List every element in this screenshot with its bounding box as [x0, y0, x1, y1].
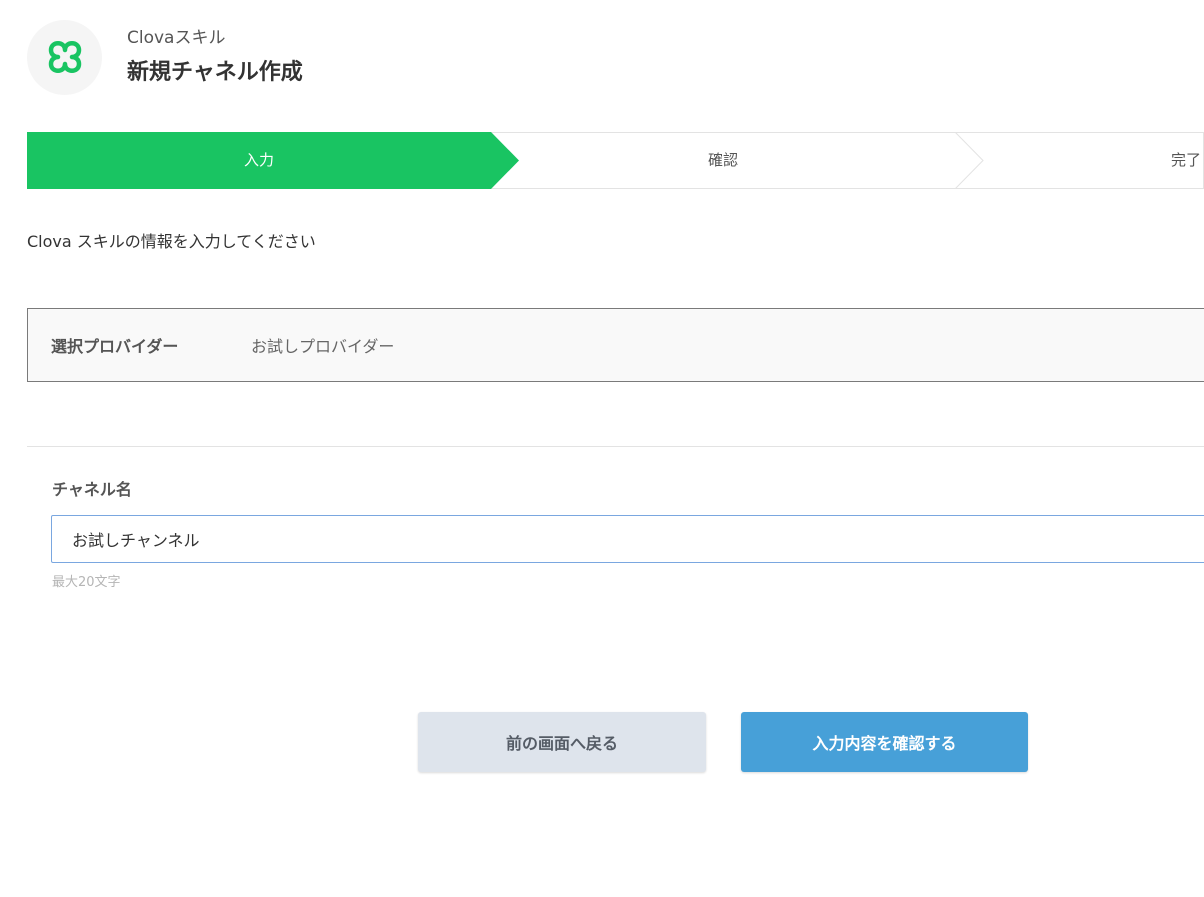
- page-title: 新規チャネル作成: [127, 60, 303, 85]
- logo: [27, 19, 102, 95]
- confirm-button[interactable]: 入力内容を確認する: [741, 712, 1028, 772]
- channel-name-label: チャネル名: [52, 480, 132, 499]
- service-name: Clovaスキル: [127, 28, 226, 48]
- step-input: 入力: [243, 151, 274, 169]
- selected-provider-panel: 選択プロバイダー お試しプロバイダー: [27, 308, 1204, 382]
- progress-stepper: 入力 確認 完了: [27, 132, 1204, 189]
- step-complete: 完了: [1171, 151, 1202, 169]
- clover-icon: [48, 41, 81, 73]
- section-divider: [27, 446, 1204, 447]
- provider-label: 選択プロバイダー: [51, 337, 179, 356]
- channel-name-hint: 最大20文字: [52, 575, 121, 590]
- channel-name-input[interactable]: [51, 515, 1204, 563]
- instruction-text: Clova スキルの情報を入力してください: [27, 232, 316, 251]
- step-confirm: 確認: [707, 151, 738, 169]
- back-button[interactable]: 前の画面へ戻る: [418, 712, 706, 772]
- page-header: Clovaスキル 新規チャネル作成: [27, 19, 303, 95]
- provider-value: お試しプロバイダー: [251, 337, 395, 356]
